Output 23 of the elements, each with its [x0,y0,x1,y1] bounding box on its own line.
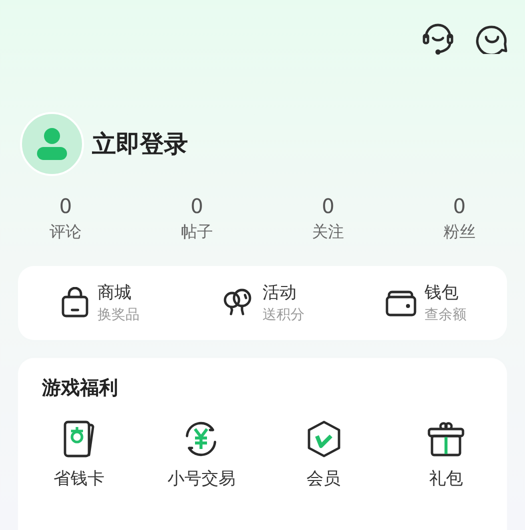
benefit-label[interactable]: 小号交易 [167,466,236,492]
shortcut-title[interactable]: 商城 [98,281,140,305]
login-link[interactable]: 立即登录 [92,126,188,162]
section-title: 游戏福利 [40,376,119,401]
stat-count: 0 [322,193,334,220]
stat-label[interactable]: 帖子 [180,220,213,244]
stat-count: 0 [453,193,466,220]
stat-label[interactable]: 关注 [312,220,344,244]
benefit-label[interactable]: 会员 [306,466,341,492]
stat-label[interactable]: 评论 [50,220,82,244]
shortcut-subtitle: 查余额 [424,306,466,325]
stat-label[interactable]: 粉丝 [443,220,476,244]
stat-count: 0 [59,193,72,220]
person-icon [35,126,69,162]
wallet-icon [384,289,416,317]
shortcut-subtitle: 送积分 [262,306,304,325]
shortcut-subtitle: 换奖品 [98,306,140,325]
shopping-bag-icon [60,287,90,319]
stat-count: 0 [190,193,204,220]
benefit-label[interactable]: 礼包 [428,466,463,492]
benefit-label[interactable]: 省钱卡 [54,466,105,492]
shortcut-title[interactable]: 钱包 [424,281,466,305]
shortcut-title[interactable]: 活动 [262,281,304,305]
